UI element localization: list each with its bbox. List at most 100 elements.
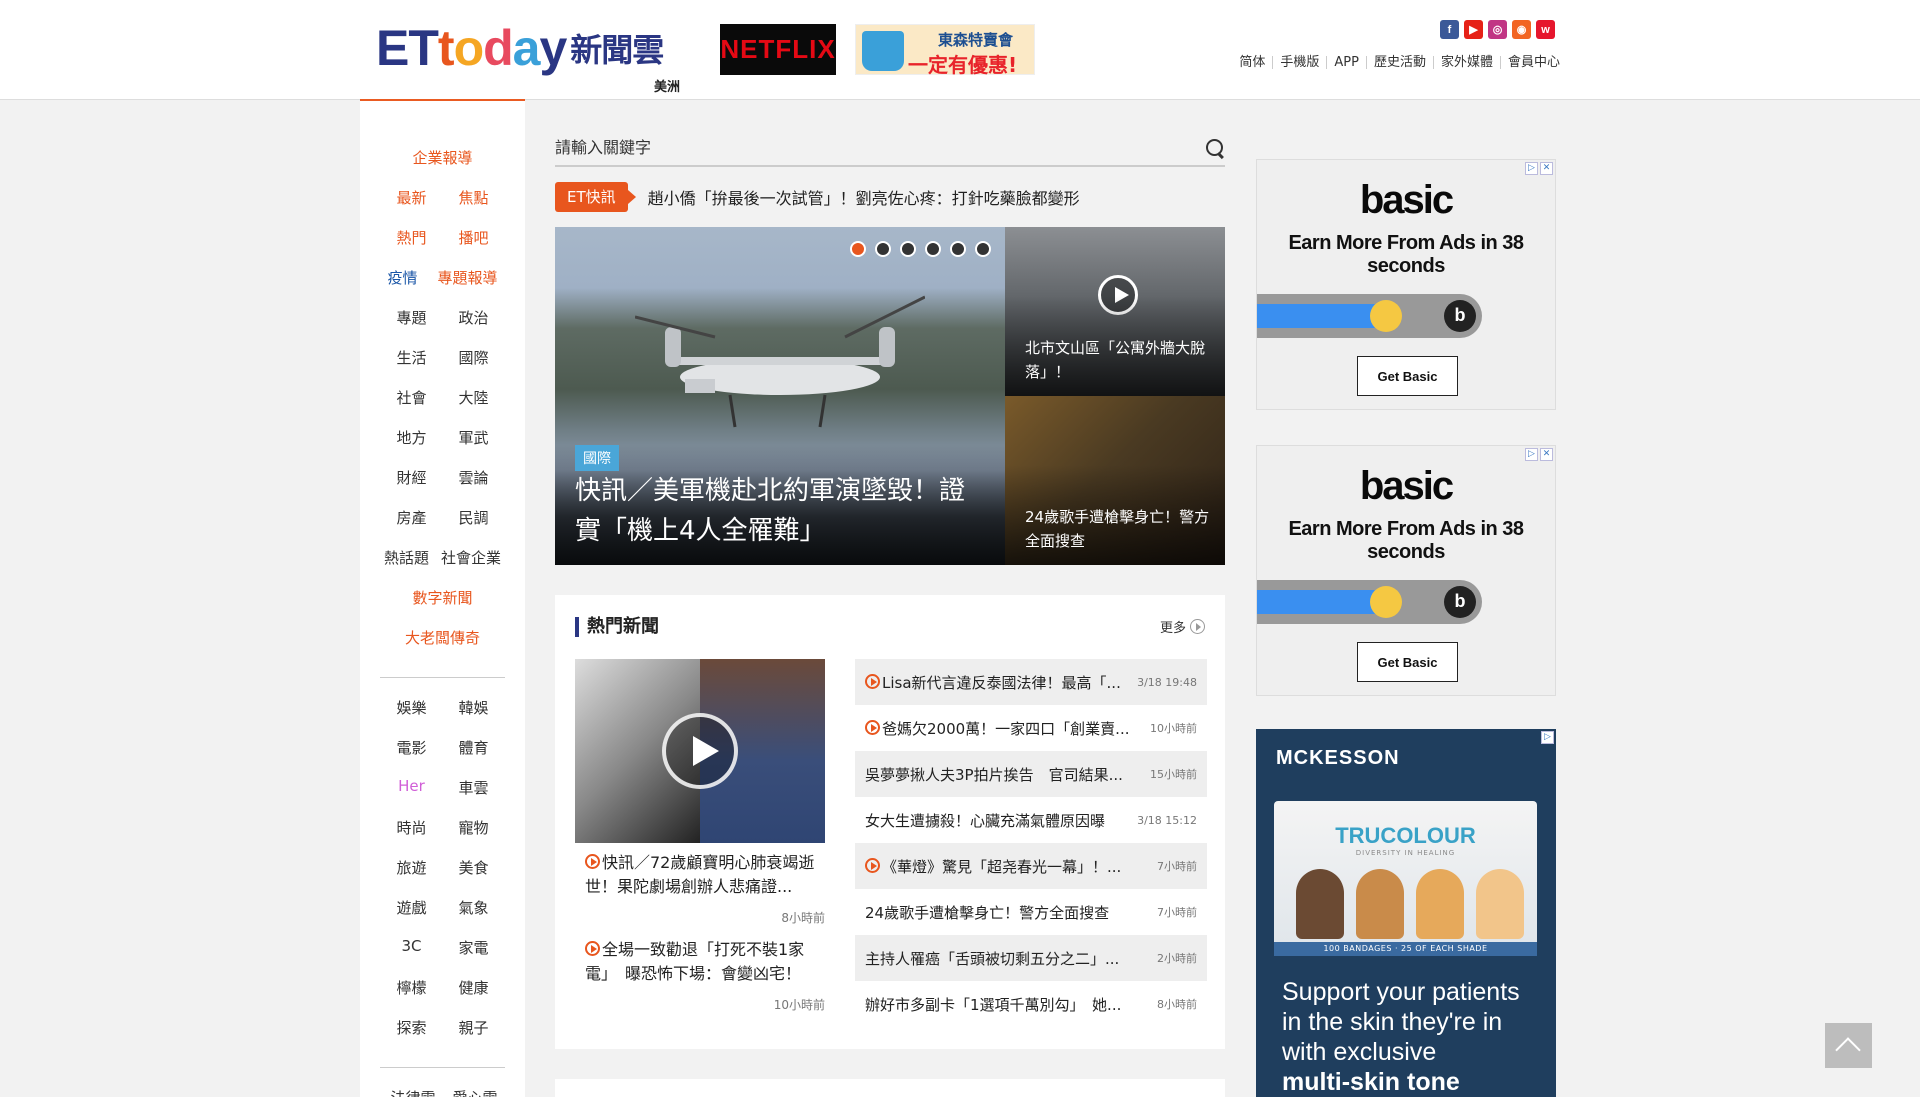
search-input[interactable] [555, 138, 1155, 157]
side-card-caption: 24歲歌手遭槍擊身亡！警方全面搜查 [1025, 508, 1210, 550]
basic-logo-icon: b [1444, 300, 1476, 332]
nav-military[interactable]: 軍武 [453, 427, 495, 448]
nav-sports[interactable]: 體育 [453, 737, 495, 758]
nav-pets[interactable]: 寵物 [453, 817, 495, 838]
nav-parenting[interactable]: 親子 [453, 1017, 495, 1038]
nav-food[interactable]: 美食 [453, 857, 495, 878]
carousel-dot[interactable] [900, 241, 916, 257]
list-item[interactable]: 女大生遭擄殺！心臟充滿氣體原因曝 3/18 15:12 [855, 797, 1207, 843]
carousel-dot[interactable] [850, 241, 866, 257]
hot-left-headline[interactable]: 快訊／72歲顧寶明心肺衰竭逝世！果陀劇場創辦人悲痛證... [585, 851, 820, 899]
rss-icon[interactable]: ◉ [1512, 20, 1531, 39]
nav-local[interactable]: 地方 [391, 427, 433, 448]
nav-focus[interactable]: 焦點 [453, 187, 495, 208]
carousel-dot[interactable] [975, 241, 991, 257]
nav-health[interactable]: 健康 [453, 977, 495, 998]
list-item[interactable]: Lisa新代言違反泰國法律！最高「... 3/18 19:48 [855, 659, 1207, 705]
list-item[interactable]: 爸媽欠2000萬！一家四口「創業賣... 10小時前 [855, 705, 1207, 751]
ettoday-logo[interactable]: ETtoday 新聞雲 美洲 [376, 20, 686, 96]
hot-news-more-link[interactable]: 更多 [1160, 617, 1205, 636]
facebook-icon[interactable]: f [1440, 20, 1459, 39]
top-link-events[interactable]: 歷史活動 [1365, 56, 1433, 69]
tosen-ad-banner[interactable]: 東森特賣會 一定有優惠! [855, 24, 1035, 77]
nav-corporate-report[interactable]: 企業報導 [412, 147, 472, 168]
nav-entertainment[interactable]: 娛樂 [391, 697, 433, 718]
nav-hot[interactable]: 熱門 [391, 227, 433, 248]
hot-left-headline[interactable]: 全場一致勸退「打死不裝1家電」 曝恐怖下場：會變凶宅！ [585, 938, 820, 986]
nav-fashion[interactable]: 時尚 [391, 817, 433, 838]
close-icon[interactable]: ✕ [1540, 162, 1553, 175]
top-link-member[interactable]: 會員中心 [1499, 56, 1560, 69]
nav-property[interactable]: 房產 [391, 507, 433, 528]
nav-cars[interactable]: 車雲 [453, 777, 495, 798]
nav-boss-legend[interactable]: 大老闆傳奇 [405, 627, 480, 648]
flash-headline[interactable]: 趙小僑「拚最後一次試管」！劉亮佐心疼：打針吃藥臉都變形 [648, 185, 1080, 209]
nav-politics[interactable]: 政治 [453, 307, 495, 328]
get-basic-button[interactable]: Get Basic [1357, 642, 1458, 682]
adchoices-icon[interactable]: ▷ [1525, 448, 1538, 461]
youtube-icon[interactable]: ▶ [1464, 20, 1483, 39]
nav-appliances[interactable]: 家電 [453, 937, 495, 958]
nav-mainland[interactable]: 大陸 [453, 387, 495, 408]
nav-travel[interactable]: 旅遊 [391, 857, 433, 878]
nav-data-news[interactable]: 數字新聞 [412, 587, 472, 608]
nav-finance[interactable]: 財經 [391, 467, 433, 488]
back-to-top-button[interactable] [1825, 1023, 1872, 1068]
list-item[interactable]: 主持人罹癌「舌頭被切剩五分之二」... 2小時前 [855, 935, 1207, 981]
list-item[interactable]: 24歲歌手遭槍擊身亡！警方全面搜查 7小時前 [855, 889, 1207, 935]
adchoices-icon[interactable]: ▷ [1525, 162, 1538, 175]
top-link-mobile[interactable]: 手機版 [1272, 56, 1326, 69]
basic-ad-1[interactable]: ▷ ✕ basic Earn More From Ads in 38 second… [1256, 159, 1556, 410]
top-link-app[interactable]: APP [1326, 56, 1366, 69]
list-item-title: 辦好市多副卡「1選項千萬別勾」 她... [865, 995, 1122, 1014]
nav-korean-ent[interactable]: 韓娛 [453, 697, 495, 718]
nav-lemon[interactable]: 檸檬 [391, 977, 433, 998]
carousel-headline[interactable]: 快訊／美軍機赴北約軍演墜毀！證實「機上4人全罹難」 [575, 471, 975, 551]
netflix-ad-banner[interactable]: NETFLIX [720, 24, 836, 75]
edition-label[interactable]: 美洲 [654, 76, 680, 95]
nav-polls[interactable]: 民調 [453, 507, 495, 528]
nav-weather[interactable]: 氣象 [453, 897, 495, 918]
nav-special-report[interactable]: 專題報導 [438, 267, 498, 288]
nav-life[interactable]: 生活 [391, 347, 433, 368]
nav-explore[interactable]: 探索 [391, 1017, 433, 1038]
top-link-outdoor-media[interactable]: 家外媒體 [1432, 56, 1500, 69]
list-item[interactable]: 《華燈》驚見「超尧春光一幕」！... 7小時前 [855, 843, 1207, 889]
nav-society[interactable]: 社會 [391, 387, 433, 408]
nav-games[interactable]: 遊戲 [391, 897, 433, 918]
weibo-icon[interactable]: w [1536, 20, 1555, 39]
get-basic-button[interactable]: Get Basic [1357, 356, 1458, 396]
nav-topics[interactable]: 專題 [391, 307, 433, 328]
nav-social-enterprise[interactable]: 社會企業 [441, 547, 501, 568]
close-icon[interactable]: ✕ [1540, 448, 1553, 461]
nav-her[interactable]: Her [391, 777, 433, 798]
search-icon[interactable] [1205, 138, 1225, 158]
list-item-time: 15小時前 [1150, 768, 1197, 781]
nav-broadcast[interactable]: 播吧 [453, 227, 495, 248]
nav-hot-topics[interactable]: 熱話題 [384, 547, 429, 568]
carousel-dot[interactable] [925, 241, 941, 257]
nav-3c[interactable]: 3C [391, 937, 433, 958]
top-link-simplified[interactable]: 简体 [1232, 56, 1272, 69]
side-news-card[interactable]: 24歲歌手遭槍擊身亡！警方全面搜查 [1005, 396, 1225, 565]
ad3-brand: MCKESSON [1276, 747, 1400, 769]
side-news-card[interactable]: 北市文山區「公寓外牆大脫落」！ [1005, 227, 1225, 396]
nav-opinion[interactable]: 雲論 [453, 467, 495, 488]
nav-epidemic[interactable]: 疫情 [387, 267, 417, 288]
list-item[interactable]: 吳夢夢揪人夫3P拍片挨告 官司結果... 15小時前 [855, 751, 1207, 797]
carousel-dot[interactable] [950, 241, 966, 257]
list-item[interactable]: 辦好市多副卡「1選項千萬別勾」 她... 8小時前 [855, 981, 1207, 1027]
nav-law[interactable]: 法律雲 [391, 1087, 436, 1097]
nav-international[interactable]: 國際 [453, 347, 495, 368]
instagram-icon[interactable]: ◎ [1488, 20, 1507, 39]
nav-movies[interactable]: 電影 [391, 737, 433, 758]
headline-carousel[interactable]: 國際 快訊／美軍機赴北約軍演墜毀！證實「機上4人全罹難」 [555, 227, 1005, 565]
adchoices-icon[interactable]: ▷ [1541, 731, 1554, 744]
basic-ad-2[interactable]: ▷ ✕ basic Earn More From Ads in 38 second… [1256, 445, 1556, 696]
nav-latest[interactable]: 最新 [391, 187, 433, 208]
carousel-dot[interactable] [875, 241, 891, 257]
mckesson-ad[interactable]: ▷ MCKESSON TRUCOLOUR DIVERSITY IN HEALIN… [1256, 729, 1556, 1097]
nav-charity[interactable]: 愛心雲 [453, 1087, 498, 1097]
video-icon [865, 857, 880, 873]
hot-news-featured-image[interactable] [575, 659, 825, 843]
